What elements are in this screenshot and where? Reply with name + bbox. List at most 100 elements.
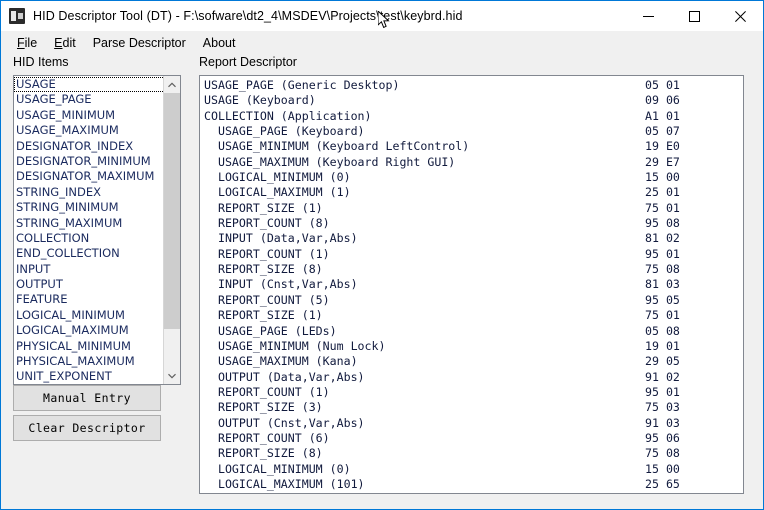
descriptor-hex-bytes: 75 08	[645, 446, 680, 461]
hid-items-list-inner: USAGE USAGE_PAGE USAGE_MINIMUM USAGE_MAXIMU…	[14, 76, 163, 384]
list-item[interactable]: LOGICAL_MAXIMUM	[14, 323, 163, 338]
list-item[interactable]: LOGICAL_MINIMUM	[14, 308, 163, 323]
scroll-down-arrow-icon[interactable]	[164, 367, 180, 384]
descriptor-item-text: REPORT_COUNT (1)	[204, 384, 330, 399]
descriptor-hex-bytes: 09 06	[645, 93, 680, 108]
window-controls	[625, 1, 763, 31]
descriptor-line: REPORT_COUNT (8) 95 08	[202, 216, 743, 231]
application-icon	[9, 8, 25, 24]
descriptor-line: REPORT_SIZE (1) 75 01	[202, 308, 743, 323]
descriptor-item-text: COLLECTION (Application)	[204, 108, 372, 123]
list-item[interactable]: USAGE_MINIMUM	[14, 108, 163, 123]
descriptor-line: USAGE_PAGE (Keyboard) 05 07	[202, 492, 743, 493]
list-item[interactable]: PHYSICAL_MINIMUM	[14, 339, 163, 354]
descriptor-item-text: REPORT_SIZE (3)	[204, 400, 323, 415]
close-button[interactable]	[717, 1, 763, 31]
descriptor-hex-bytes: 25 65	[645, 476, 680, 491]
list-item[interactable]: USAGE_MAXIMUM	[14, 123, 163, 138]
hid-items-label: HID Items	[13, 55, 69, 69]
descriptor-item-text: REPORT_COUNT (5)	[204, 292, 330, 307]
list-item[interactable]: OUTPUT	[14, 277, 163, 292]
descriptor-item-text: USAGE_MAXIMUM (Keyboard Right GUI)	[204, 154, 456, 169]
descriptor-item-text: LOGICAL_MAXIMUM (1)	[204, 185, 351, 200]
descriptor-line: REPORT_COUNT (5) 95 05	[202, 293, 743, 308]
descriptor-line: REPORT_COUNT (6) 95 06	[202, 431, 743, 446]
minimize-button[interactable]	[625, 1, 671, 31]
list-item[interactable]: END_COLLECTION	[14, 246, 163, 261]
descriptor-hex-bytes: 25 01	[645, 185, 680, 200]
list-item[interactable]: DESIGNATOR_INDEX	[14, 139, 163, 154]
list-item[interactable]: FEATURE	[14, 292, 163, 307]
descriptor-hex-bytes: 19 E0	[645, 139, 680, 154]
descriptor-item-text: INPUT (Cnst,Var,Abs)	[204, 277, 358, 292]
menu-item-file[interactable]: File	[9, 33, 46, 53]
report-descriptor-view[interactable]: USAGE_PAGE (Generic Desktop) 05 01 USAGE (…	[199, 75, 744, 494]
descriptor-line: COLLECTION (Application) A1 01	[202, 109, 743, 124]
descriptor-item-text: USAGE (Keyboard)	[204, 93, 316, 108]
list-item[interactable]: DESIGNATOR_MAXIMUM	[14, 169, 163, 184]
descriptor-line: LOGICAL_MINIMUM (0) 15 00	[202, 170, 743, 185]
descriptor-item-text: USAGE_MINIMUM (Keyboard LeftControl)	[204, 139, 470, 154]
descriptor-hex-bytes: 05 08	[645, 323, 680, 338]
descriptor-hex-bytes: 75 08	[645, 262, 680, 277]
maximize-button[interactable]	[671, 1, 717, 31]
list-item[interactable]: UNIT_EXPONENT	[14, 369, 163, 384]
descriptor-line: USAGE_MINIMUM (Keyboard LeftControl) 19 E…	[202, 139, 743, 154]
clear-descriptor-button[interactable]: Clear Descriptor	[13, 415, 161, 441]
list-item[interactable]: COLLECTION	[14, 231, 163, 246]
descriptor-line: USAGE_MAXIMUM (Keyboard Right GUI) 29 E7	[202, 155, 743, 170]
list-item[interactable]: DESIGNATOR_MINIMUM	[14, 154, 163, 169]
menu-bar: File Edit Parse Descriptor About	[1, 31, 763, 55]
descriptor-item-text: INPUT (Data,Var,Abs)	[204, 231, 358, 246]
report-descriptor-label: Report Descriptor	[199, 55, 297, 69]
descriptor-line: INPUT (Data,Var,Abs) 81 02	[202, 231, 743, 246]
list-item[interactable]: STRING_INDEX	[14, 185, 163, 200]
menu-item-edit-label: dit	[62, 36, 76, 50]
menu-item-about[interactable]: About	[195, 33, 245, 53]
descriptor-hex-bytes: 75 01	[645, 308, 680, 323]
descriptor-hex-bytes: 29 E7	[645, 154, 680, 169]
descriptor-hex-bytes: 81 02	[645, 231, 680, 246]
descriptor-item-text: USAGE_PAGE (Keyboard)	[204, 124, 365, 139]
list-item[interactable]: USAGE	[14, 77, 163, 93]
list-item[interactable]: PHYSICAL_MAXIMUM	[14, 354, 163, 369]
list-item[interactable]: INPUT	[14, 262, 163, 277]
descriptor-item-text: USAGE_PAGE (Generic Desktop)	[204, 78, 400, 92]
list-item[interactable]: STRING_MAXIMUM	[14, 216, 163, 231]
descriptor-hex-bytes: 95 05	[645, 292, 680, 307]
descriptor-hex-bytes: 29 05	[645, 354, 680, 369]
descriptor-hex-bytes: 95 06	[645, 430, 680, 445]
descriptor-hex-bytes: A1 01	[645, 108, 680, 123]
manual-entry-button[interactable]: Manual Entry	[13, 385, 161, 411]
menu-item-file-label: ile	[24, 36, 38, 50]
descriptor-item-text: REPORT_COUNT (6)	[204, 430, 330, 445]
menu-item-edit[interactable]: Edit	[46, 33, 85, 53]
descriptor-hex-bytes: 05 01	[645, 78, 680, 92]
descriptor-item-text: REPORT_SIZE (1)	[204, 200, 323, 215]
descriptor-line: LOGICAL_MAXIMUM (101) 25 65	[202, 477, 743, 492]
descriptor-item-text: REPORT_COUNT (1)	[204, 246, 330, 261]
scroll-up-arrow-icon[interactable]	[164, 76, 180, 93]
descriptor-hex-bytes: 75 01	[645, 200, 680, 215]
descriptor-hex-bytes: 91 02	[645, 369, 680, 384]
descriptor-line: OUTPUT (Cnst,Var,Abs) 91 03	[202, 416, 743, 431]
descriptor-line: REPORT_SIZE (3) 75 03	[202, 400, 743, 415]
scrollbar-thumb[interactable]	[164, 93, 180, 329]
window-title: HID Descriptor Tool (DT) - F:\sofware\dt…	[33, 9, 463, 23]
descriptor-item-text: REPORT_SIZE (8)	[204, 446, 323, 461]
maximize-icon	[688, 10, 700, 22]
descriptor-hex-bytes: 95 01	[645, 246, 680, 261]
list-item[interactable]: USAGE_PAGE	[14, 92, 163, 107]
list-item[interactable]: STRING_MINIMUM	[14, 200, 163, 215]
descriptor-hex-bytes: 19 01	[645, 338, 680, 353]
hid-items-list[interactable]: USAGE USAGE_PAGE USAGE_MINIMUM USAGE_MAXIMU…	[13, 75, 181, 385]
descriptor-hex-bytes: 05 07	[645, 124, 680, 139]
menu-item-parse-descriptor[interactable]: Parse Descriptor	[85, 33, 195, 53]
descriptor-line: USAGE_PAGE (LEDs) 05 08	[202, 324, 743, 339]
hid-items-scrollbar[interactable]	[163, 76, 180, 384]
descriptor-item-text: REPORT_SIZE (8)	[204, 262, 323, 277]
descriptor-line: LOGICAL_MAXIMUM (1) 25 01	[202, 185, 743, 200]
descriptor-hex-bytes: 95 08	[645, 216, 680, 231]
title-bar[interactable]: HID Descriptor Tool (DT) - F:\sofware\dt…	[1, 1, 763, 31]
descriptor-line: LOGICAL_MINIMUM (0) 15 00	[202, 462, 743, 477]
